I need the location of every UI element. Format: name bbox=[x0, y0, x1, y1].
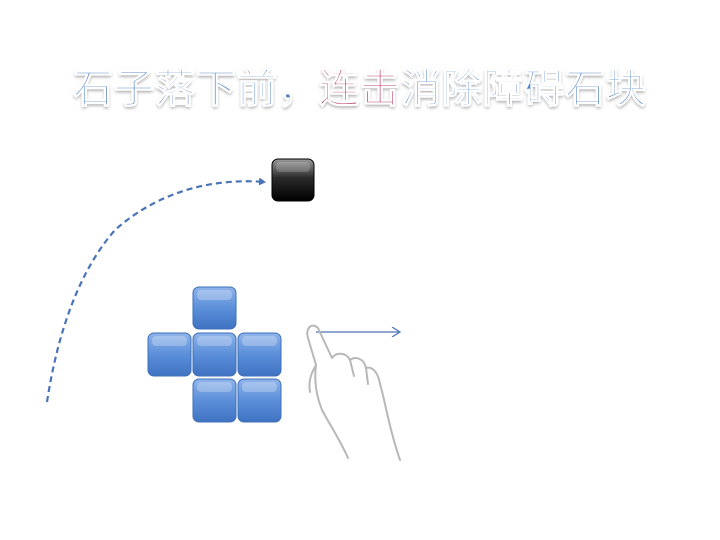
illustration bbox=[45, 158, 720, 461]
obstacle-block bbox=[237, 332, 282, 377]
obstacle-blocks bbox=[147, 286, 282, 423]
obstacle-block bbox=[237, 378, 282, 423]
obstacle-block bbox=[192, 332, 237, 377]
swipe-hand-icon bbox=[306, 324, 401, 461]
obstacle-block bbox=[192, 286, 237, 330]
obstacle-block bbox=[147, 332, 192, 377]
falling-stone bbox=[271, 158, 315, 202]
obstacle-block bbox=[192, 378, 237, 423]
